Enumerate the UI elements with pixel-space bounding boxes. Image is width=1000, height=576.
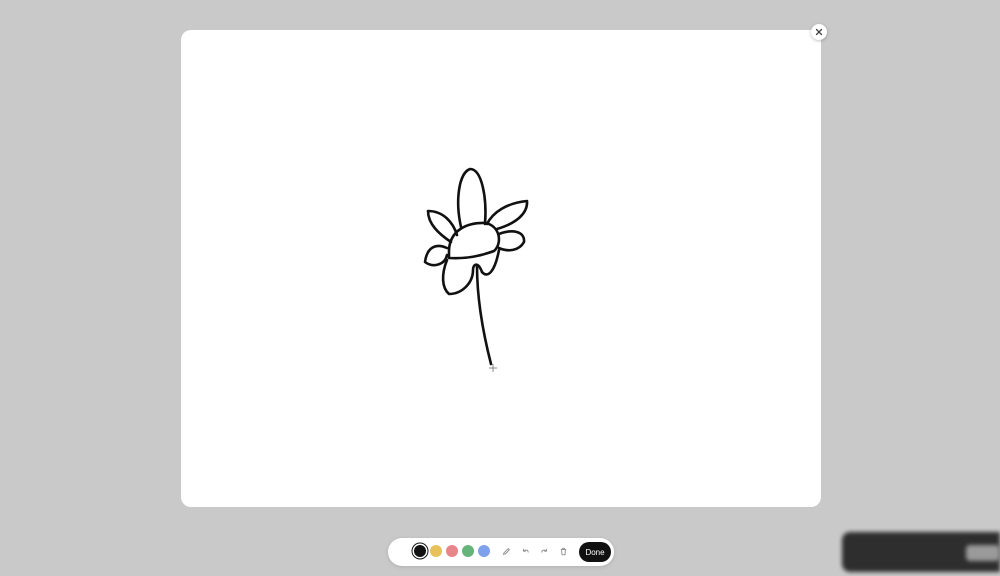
redo-button[interactable] bbox=[538, 545, 550, 558]
pencil-tool-button[interactable] bbox=[500, 545, 512, 558]
color-swatch-green[interactable] bbox=[462, 545, 474, 557]
close-icon bbox=[815, 28, 823, 36]
color-swatch-red[interactable] bbox=[446, 545, 458, 557]
clear-button[interactable] bbox=[557, 545, 569, 558]
close-button[interactable] bbox=[811, 24, 827, 40]
redo-icon bbox=[540, 548, 547, 553]
undo-button[interactable] bbox=[519, 545, 531, 558]
drawing-canvas[interactable] bbox=[181, 30, 821, 507]
drawing-toolbar: Done bbox=[388, 538, 614, 566]
color-swatch-blue[interactable] bbox=[478, 545, 490, 557]
blurred-notification-action bbox=[966, 545, 1000, 561]
color-swatch-black[interactable] bbox=[414, 545, 426, 557]
trash-icon bbox=[560, 547, 566, 556]
done-button[interactable]: Done bbox=[579, 542, 611, 562]
undo-icon bbox=[522, 548, 529, 553]
pencil-icon bbox=[502, 548, 510, 555]
color-swatch-yellow[interactable] bbox=[430, 545, 442, 557]
